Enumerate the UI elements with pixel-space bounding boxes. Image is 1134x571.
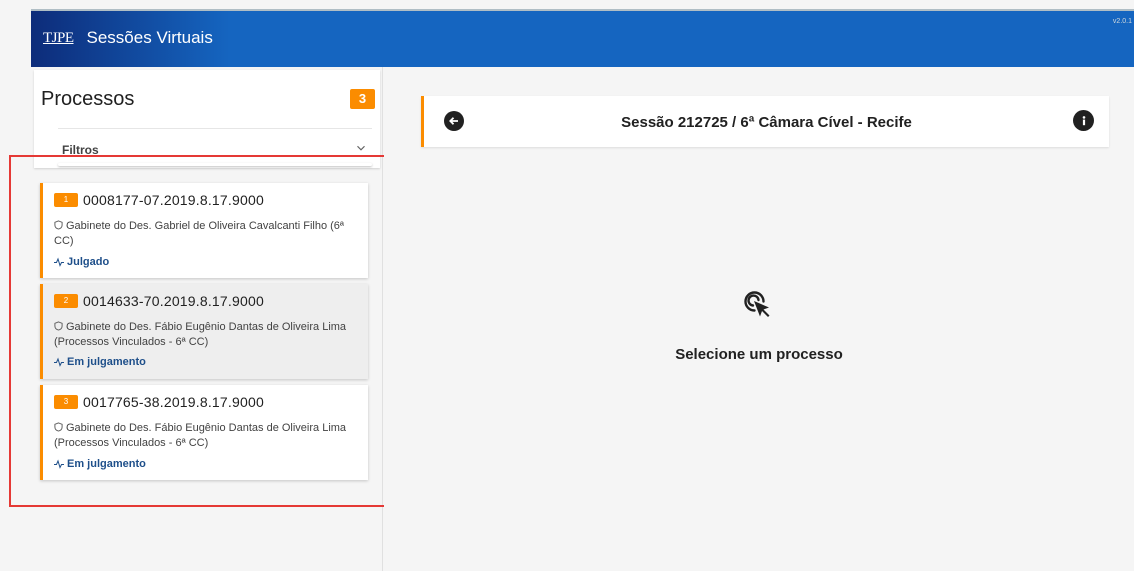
process-card-header: 1 0008177-07.2019.8.17.9000 — [54, 192, 264, 208]
process-number: 0017765-38.2019.8.17.9000 — [83, 394, 264, 410]
app-header: TJPE Sessões Virtuais v2.0.1 — [31, 9, 1134, 67]
process-index-badge: 2 — [54, 294, 78, 308]
process-office-text: Gabinete do Des. Fábio Eugênio Dantas de… — [54, 321, 347, 348]
process-status: Em julgamento — [54, 356, 146, 368]
process-card-header: 2 0014633-70.2019.8.17.9000 — [54, 293, 264, 309]
process-number: 0014633-70.2019.8.17.9000 — [83, 293, 264, 309]
main-content: Sessão 212725 / 6ª Câmara Cível - Recife… — [384, 67, 1134, 571]
process-index-badge: 3 — [54, 395, 78, 409]
process-card[interactable]: 1 0008177-07.2019.8.17.9000 Gabinete do … — [40, 183, 368, 278]
empty-state-message: Selecione um processo — [675, 346, 843, 363]
shield-icon — [54, 220, 63, 230]
process-status-text: Em julgamento — [67, 356, 146, 368]
process-office-text: Gabinete do Des. Fábio Eugênio Dantas de… — [54, 422, 347, 449]
tjpe-logo: TJPE — [43, 29, 74, 46]
process-status-text: Em julgamento — [67, 458, 146, 470]
shield-icon — [54, 422, 63, 432]
process-office: Gabinete do Des. Gabriel de Oliveira Cav… — [54, 219, 366, 249]
activity-icon — [54, 459, 64, 469]
process-office: Gabinete do Des. Fábio Eugênio Dantas de… — [54, 320, 366, 350]
version-label: v2.0.1 — [1112, 18, 1132, 25]
process-card[interactable]: 3 0017765-38.2019.8.17.9000 Gabinete do … — [40, 385, 368, 480]
brand[interactable]: TJPE Sessões Virtuais — [43, 28, 213, 48]
chevron-down-icon — [357, 145, 365, 151]
activity-icon — [54, 257, 64, 267]
info-icon — [1082, 115, 1085, 125]
process-status: Em julgamento — [54, 458, 146, 470]
process-card[interactable]: 2 0014633-70.2019.8.17.9000 Gabinete do … — [40, 284, 368, 379]
info-button[interactable] — [1073, 110, 1094, 131]
cursor-click-icon — [744, 291, 770, 317]
process-number: 0008177-07.2019.8.17.9000 — [83, 192, 264, 208]
session-title: Sessão 212725 / 6ª Câmara Cível - Recife — [621, 114, 912, 131]
process-panel-title: Processos — [41, 88, 135, 110]
process-status-text: Julgado — [67, 256, 110, 268]
process-card-header: 3 0017765-38.2019.8.17.9000 — [54, 394, 264, 410]
process-office-text: Gabinete do Des. Gabriel de Oliveira Cav… — [54, 220, 344, 247]
process-status: Julgado — [54, 256, 109, 268]
app-title: Sessões Virtuais — [86, 28, 213, 47]
activity-icon — [54, 357, 64, 367]
process-index-badge: 1 — [54, 193, 78, 207]
process-count-badge: 3 — [350, 89, 375, 109]
process-panel-header: Processos 3 Filtros — [34, 70, 380, 168]
shield-icon — [54, 321, 63, 331]
process-office: Gabinete do Des. Fábio Eugênio Dantas de… — [54, 421, 366, 451]
session-header: Sessão 212725 / 6ª Câmara Cível - Recife — [421, 96, 1109, 147]
